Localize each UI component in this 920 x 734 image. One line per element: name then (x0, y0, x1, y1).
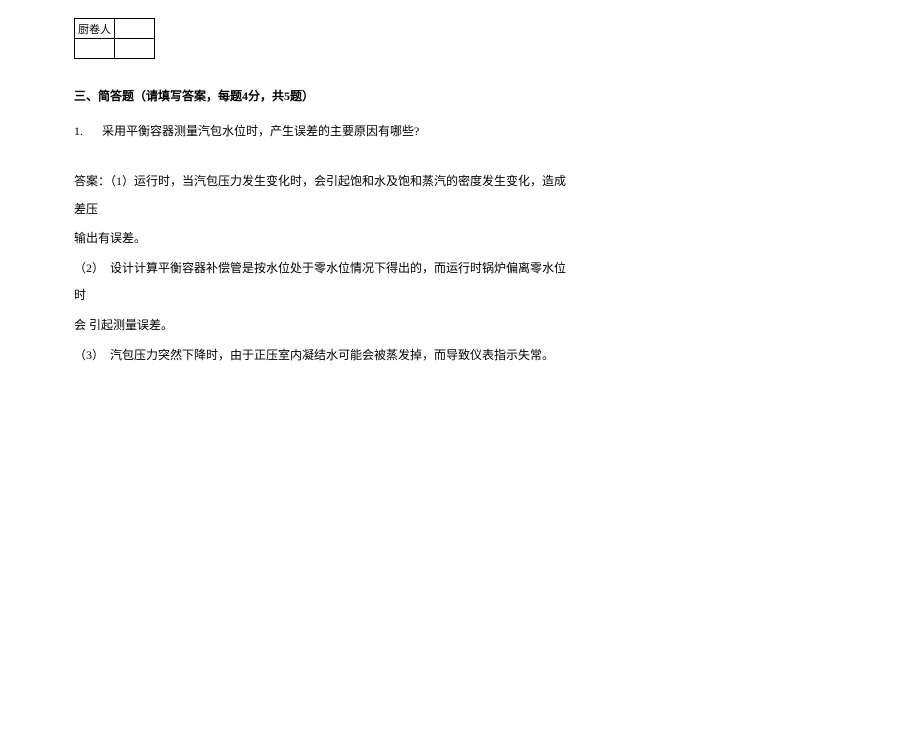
header-table: 厨卷人 (74, 18, 155, 59)
question-text: 采用平衡容器测量汽包水位时，产生误差的主要原因有哪些? (102, 124, 419, 138)
answer-line-5: （3） 汽包压力突然下降时，由于正压室内凝结水可能会被蒸发掉，而导致仪表指示失常… (74, 342, 569, 370)
answer-line-4: 会 引起测量误差。 (74, 312, 569, 340)
answer-line-1: 答案：（1）运行时，当汽包压力发生变化时，会引起饱和水及饱和蒸汽的密度发生变化，… (74, 168, 569, 223)
table-cell-bottom-left (75, 39, 115, 59)
table-cell-bottom-right (115, 39, 155, 59)
answer-line-2: 输出有误差。 (74, 225, 569, 253)
answer-line-3: （2） 设计计算平衡容器补偿管是按水位处于零水位情况下得出的，而运行时锅炉偏离零… (74, 255, 569, 310)
question-number: 1. (74, 122, 83, 140)
section-heading: 三、简答题（请填写答案，每题4分，共5题） (74, 87, 920, 104)
answer-block: 答案：（1）运行时，当汽包压力发生变化时，会引起饱和水及饱和蒸汽的密度发生变化，… (74, 168, 569, 369)
table-cell-top-right (115, 19, 155, 39)
question-1: 1. 采用平衡容器测量汽包水位时，产生误差的主要原因有哪些? (74, 122, 920, 140)
table-cell-top-left: 厨卷人 (75, 19, 115, 39)
